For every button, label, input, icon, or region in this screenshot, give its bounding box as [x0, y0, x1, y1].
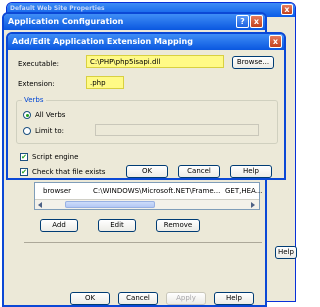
scroll-left-arrow-icon[interactable] — [38, 202, 42, 208]
mappings-list[interactable]: browser C:\WINDOWS\Microsoft.NET\Frame..… — [34, 182, 263, 210]
mapping-cancel-button[interactable]: Cancel — [178, 165, 220, 178]
limit-to-radio[interactable] — [23, 127, 31, 135]
extension-input[interactable]: .php — [86, 76, 124, 89]
browse-button[interactable]: Browse... — [232, 56, 274, 69]
script-engine-checkbox[interactable]: ✔ — [20, 153, 28, 161]
mapping-help-button[interactable]: Help — [230, 165, 272, 178]
app-config-cancel-button[interactable]: Cancel — [118, 292, 158, 305]
verbs-group-label: Verbs — [22, 96, 46, 104]
executable-label: Executable: — [18, 60, 60, 68]
add-mapping-button[interactable]: Add — [40, 219, 78, 232]
list-item-verbs: GET,HEA... — [225, 187, 263, 195]
bg-window-help-button[interactable]: Help — [275, 246, 297, 259]
mapping-ok-button[interactable]: OK — [126, 165, 168, 178]
mapping-title: Add/Edit Application Extension Mapping — [12, 37, 193, 46]
list-item-path: C:\WINDOWS\Microsoft.NET\Frame... — [93, 187, 221, 195]
app-config-divider — [24, 242, 262, 243]
extension-label: Extension: — [18, 80, 55, 88]
bg-window-close-button[interactable]: x — [281, 4, 293, 15]
app-config-ok-button[interactable]: OK — [70, 292, 110, 305]
scroll-thumb[interactable] — [65, 201, 155, 208]
script-engine-label: Script engine — [32, 153, 79, 161]
scroll-right-arrow-icon[interactable] — [251, 202, 255, 208]
horizontal-scrollbar[interactable] — [35, 199, 259, 209]
extension-mapping-dialog: Add/Edit Application Extension Mapping x… — [6, 32, 286, 180]
app-config-apply-button[interactable]: Apply — [166, 292, 206, 305]
limit-to-input[interactable] — [95, 124, 259, 136]
executable-input[interactable]: C:\PHP\php5isapi.dll — [86, 55, 224, 68]
mapping-titlebar[interactable]: Add/Edit Application Extension Mapping x — [8, 34, 284, 50]
limit-to-label: Limit to: — [35, 127, 64, 135]
app-config-titlebar[interactable]: Application Configuration ? x — [4, 14, 265, 30]
mapping-close-button[interactable]: x — [269, 35, 282, 48]
edit-mapping-button[interactable]: Edit — [98, 219, 136, 232]
all-verbs-label: All Verbs — [35, 111, 66, 119]
app-config-close-button[interactable]: x — [250, 15, 263, 28]
executable-value: C:\PHP\php5isapi.dll — [90, 58, 161, 66]
check-file-exists-label: Check that file exists — [32, 168, 106, 176]
extension-value: .php — [90, 79, 106, 87]
remove-mapping-button[interactable]: Remove — [156, 219, 200, 232]
app-config-help-button[interactable]: ? — [236, 15, 249, 28]
bg-window-title: Default Web Site Properties — [10, 5, 105, 12]
check-file-exists-checkbox[interactable]: ✔ — [20, 168, 28, 176]
app-config-help-footer-button[interactable]: Help — [214, 292, 254, 305]
app-config-title: Application Configuration — [8, 17, 124, 26]
verbs-group: Verbs All Verbs Limit to: — [16, 96, 278, 144]
all-verbs-radio[interactable] — [23, 111, 31, 119]
list-item[interactable]: browser C:\WINDOWS\Microsoft.NET\Frame..… — [35, 187, 263, 197]
list-item-extension: browser — [43, 187, 72, 195]
